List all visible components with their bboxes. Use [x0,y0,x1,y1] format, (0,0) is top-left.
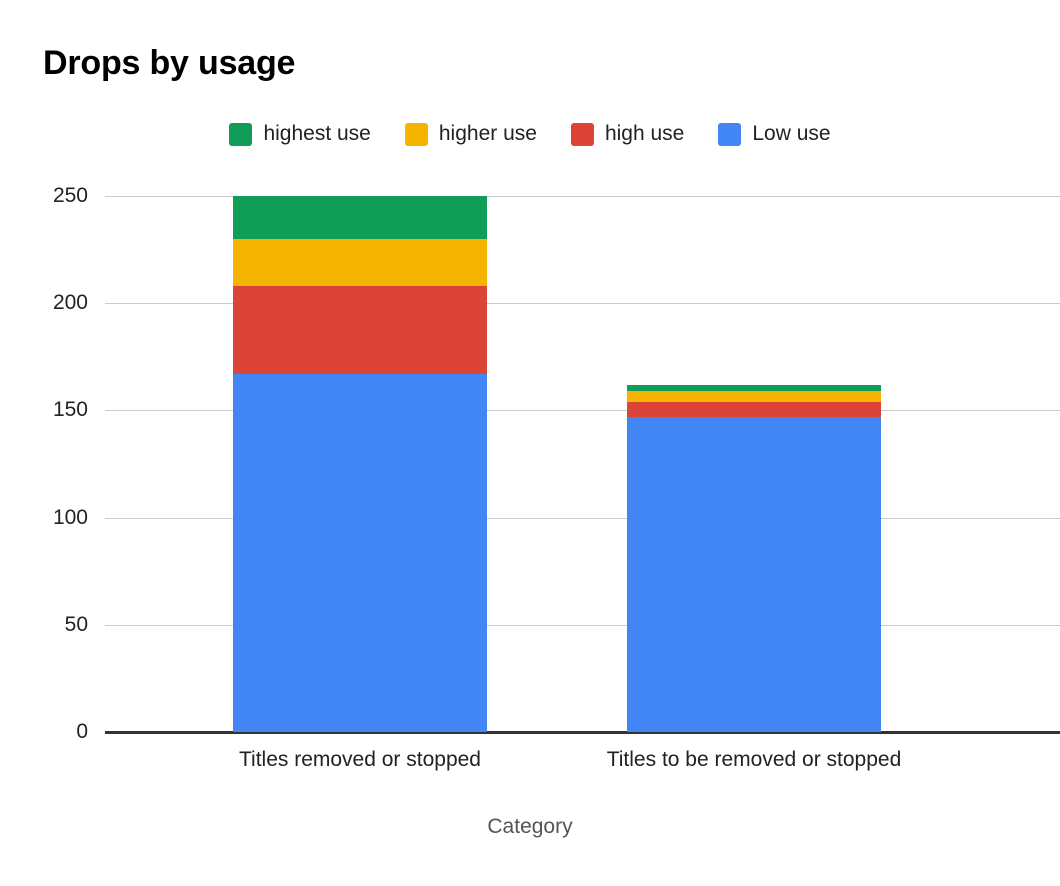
x-axis-tick-label: Titles removed or stopped [238,748,481,771]
stacked-bar[interactable] [233,0,487,732]
x-axis-tick-label: Titles to be removed or stopped [606,748,902,771]
plot-area: 0 50 100 150 200 250 Titles removed or stoppe… [0,0,1060,886]
bar-segment[interactable] [627,384,881,392]
bar-segment[interactable] [233,286,487,374]
bar-segment[interactable] [233,196,487,239]
y-axis-tick-label: 50 [64,612,88,636]
bar-segment[interactable] [233,373,487,732]
y-axis-tick-label: 200 [52,291,88,315]
stacked-bar[interactable] [627,0,881,732]
y-axis-tick-label: 0 [76,720,88,743]
bar-segment[interactable] [627,416,881,732]
bar-segment[interactable] [233,238,487,287]
bar-segment[interactable] [627,391,881,402]
x-axis-title: Category [487,815,573,838]
y-axis-tick-label: 150 [52,398,88,422]
y-axis-tick-label: 250 [52,184,88,207]
y-axis-tick-label: 100 [52,505,88,529]
chart-container: Drops by usage highest use higher use hi… [0,0,1060,886]
bar-segment[interactable] [627,401,881,417]
